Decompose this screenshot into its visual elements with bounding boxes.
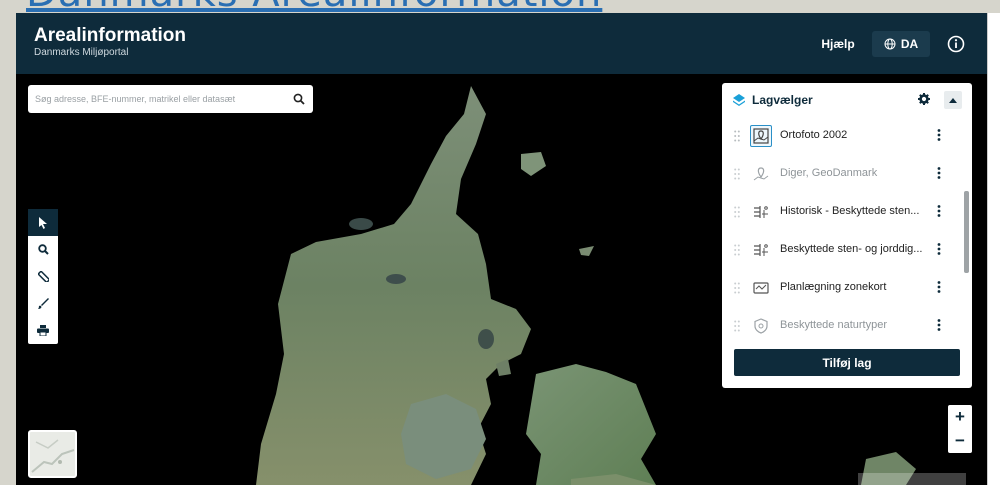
collapse-button[interactable] <box>944 91 962 109</box>
shield-icon <box>754 318 768 334</box>
gear-icon[interactable] <box>918 93 930 105</box>
layer-type-icon <box>750 277 772 299</box>
layer-type-icon <box>750 315 772 337</box>
more-options-icon[interactable] <box>937 281 941 293</box>
more-options-icon[interactable] <box>937 243 941 255</box>
map-toolbar <box>28 209 58 344</box>
map-attribution <box>858 473 966 485</box>
globe-icon <box>884 38 896 50</box>
stone-dike-icon <box>754 206 768 218</box>
layer-label: Diger, GeoDanmark <box>780 167 878 179</box>
info-button[interactable] <box>941 31 971 57</box>
drag-handle-icon[interactable] <box>734 282 740 294</box>
app-header: Arealinformation Danmarks Miljøportal Hj… <box>16 13 987 74</box>
layer-item[interactable]: Beskyttede naturtyper <box>722 307 962 345</box>
adjacent-window-edge <box>987 13 1000 485</box>
layer-label: Planlægning zonekort <box>780 281 887 293</box>
zoom-controls: + − <box>948 405 972 453</box>
more-options-icon[interactable] <box>937 319 941 331</box>
layer-list: Ortofoto 2002 Diger, GeoDanmark Historis… <box>722 117 962 345</box>
zone-map-icon <box>753 282 769 294</box>
printer-icon <box>37 325 49 336</box>
ruler-icon <box>37 271 49 282</box>
drag-handle-icon[interactable] <box>734 206 740 218</box>
layer-panel: Lagvælger Ortofoto 2002 Diger, GeoDanmar… <box>722 83 972 388</box>
layer-label: Historisk - Beskyttede sten... <box>780 205 920 217</box>
scrollbar-thumb[interactable] <box>964 191 969 273</box>
zoom-tool-button[interactable] <box>28 236 58 263</box>
search-input[interactable] <box>28 86 285 112</box>
search-icon[interactable] <box>285 85 313 113</box>
layer-label: Beskyttede sten- og jorddig... <box>780 243 923 255</box>
layer-label: Ortofoto 2002 <box>780 129 848 141</box>
zoom-out-button[interactable]: − <box>948 429 972 453</box>
chevron-up-icon <box>949 97 957 103</box>
brush-icon <box>37 298 49 309</box>
language-label: DA <box>900 37 919 51</box>
stone-dike-icon <box>754 244 768 256</box>
app-window: Arealinformation Danmarks Miljøportal Hj… <box>16 13 987 485</box>
zoom-in-button[interactable]: + <box>948 405 972 429</box>
drag-handle-icon[interactable] <box>734 130 740 142</box>
layer-item[interactable]: Diger, GeoDanmark <box>722 155 962 193</box>
help-button[interactable]: Hjælp <box>813 31 863 57</box>
select-tool-button[interactable] <box>28 209 58 236</box>
layer-type-icon <box>750 201 772 223</box>
app-subtitle: Danmarks Miljøportal <box>34 47 129 58</box>
language-button[interactable]: DA <box>872 31 930 57</box>
drag-handle-icon[interactable] <box>734 244 740 256</box>
help-label: Hjælp <box>821 37 855 51</box>
search-bar <box>28 85 313 113</box>
draw-tool-button[interactable] <box>28 290 58 317</box>
measure-tool-button[interactable] <box>28 263 58 290</box>
layer-item[interactable]: Beskyttede sten- og jorddig... <box>722 231 962 269</box>
layers-icon <box>733 94 745 106</box>
layer-type-icon <box>750 163 772 185</box>
more-options-icon[interactable] <box>937 129 941 141</box>
magnifier-icon <box>37 244 49 255</box>
drag-handle-icon[interactable] <box>734 320 740 332</box>
drag-handle-icon[interactable] <box>734 168 740 180</box>
info-icon <box>947 35 965 53</box>
layer-type-icon <box>750 125 772 147</box>
print-tool-button[interactable] <box>28 317 58 344</box>
cursor-icon <box>39 216 47 229</box>
app-title[interactable]: Arealinformation <box>34 25 186 47</box>
more-options-icon[interactable] <box>937 167 941 179</box>
layer-item[interactable]: Ortofoto 2002 <box>722 117 962 155</box>
layer-label: Beskyttede naturtyper <box>780 319 888 331</box>
layer-item[interactable]: Planlægning zonekort <box>722 269 962 307</box>
add-layer-button[interactable]: Tilføj lag <box>734 349 960 376</box>
overview-map-thumbnail <box>31 439 75 473</box>
map-pin-icon <box>753 167 769 181</box>
more-options-icon[interactable] <box>937 205 941 217</box>
layer-type-icon <box>750 239 772 261</box>
layer-item[interactable]: Historisk - Beskyttede sten... <box>722 193 962 231</box>
layer-panel-header: Lagvælger <box>722 83 972 117</box>
overview-map[interactable] <box>28 430 77 478</box>
layer-panel-title: Lagvælger <box>752 93 813 107</box>
orthophoto-icon <box>753 128 769 144</box>
